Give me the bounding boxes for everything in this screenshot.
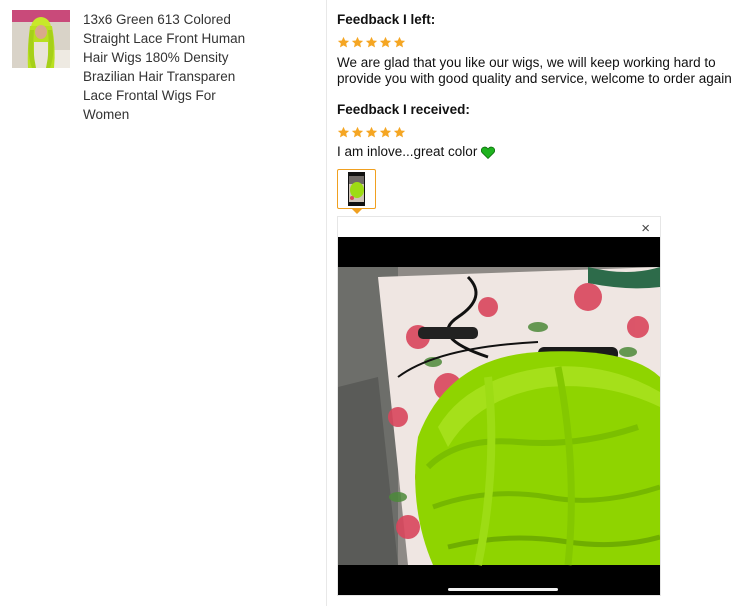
- column-divider: [326, 0, 327, 606]
- review-video-thumbnail-image: [340, 172, 373, 206]
- review-video-frame: [338, 237, 660, 595]
- star-icon: [351, 36, 364, 48]
- review-media-viewer: ×: [337, 216, 661, 596]
- star-icon: [393, 36, 406, 48]
- star-icon: [393, 126, 406, 138]
- feedback-received-heading: Feedback I received:: [337, 102, 470, 117]
- star-icon: [365, 36, 378, 48]
- feedback-left-text: We are glad that you like our wigs, we w…: [337, 55, 732, 86]
- review-video-player[interactable]: [338, 237, 660, 595]
- feedback-received-text: I am inlove...great color: [337, 144, 478, 159]
- wig-product-photo: [12, 10, 70, 68]
- star-icon: [365, 126, 378, 138]
- star-icon: [351, 126, 364, 138]
- close-icon[interactable]: ×: [641, 221, 650, 237]
- product-title[interactable]: 13x6 Green 613 Colored Straight Lace Fro…: [83, 10, 258, 124]
- feedback-left-heading: Feedback I left:: [337, 12, 436, 27]
- star-icon: [379, 36, 392, 48]
- star-icon: [379, 126, 392, 138]
- review-photo-thumbnail[interactable]: [337, 169, 376, 209]
- feedback-received-comment: I am inlove...great color: [337, 144, 496, 160]
- feedback-left-rating: [337, 36, 406, 49]
- star-icon: [337, 36, 350, 48]
- thumbnail-selected-caret: [351, 208, 363, 214]
- green-heart-icon: [481, 146, 496, 159]
- feedback-received-rating: [337, 126, 406, 139]
- video-home-indicator: [448, 588, 558, 591]
- star-icon: [337, 126, 350, 138]
- product-thumbnail[interactable]: [12, 10, 70, 68]
